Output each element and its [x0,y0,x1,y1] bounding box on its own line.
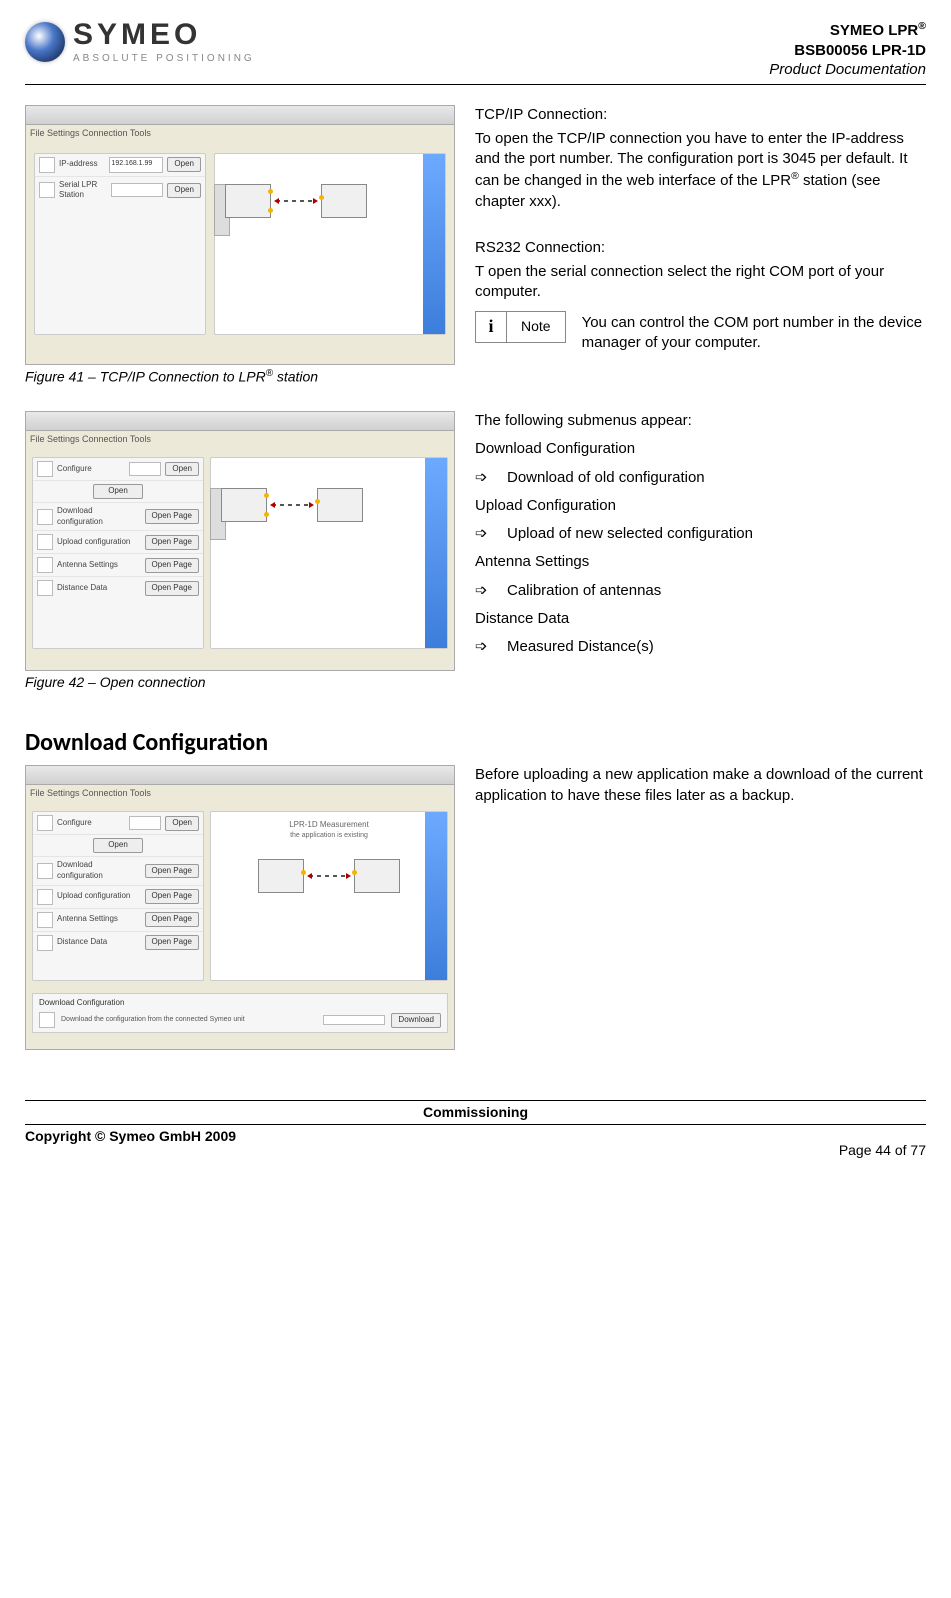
tcp-title: TCP/IP Connection: [475,105,926,125]
submenu-h1: Download Configuration [475,439,926,459]
download-body: Before uploading a new application make … [475,765,926,806]
page-header: SYMEO ABSOLUTE POSITIONING SYMEO LPR® BS… [25,20,926,85]
rs232-title: RS232 Connection: [475,238,926,258]
submenu-h4: Distance Data [475,609,926,629]
note-label: Note [507,312,565,342]
footer-copyright: Copyright © Symeo GmbH 2009 [25,1127,236,1160]
arrow-icon: ➩ [475,637,493,657]
logo-sphere-icon [25,22,65,62]
figure-42-screenshot: File Settings Connection Tools Configure… [25,411,455,671]
rs232-body: T open the serial connection select the … [475,262,926,303]
header-line1: SYMEO LPR [830,22,918,39]
header-doc-info: SYMEO LPR® BSB00056 LPR-1D Product Docum… [769,20,926,80]
tcp-body: To open the TCP/IP connection you have t… [475,129,926,212]
submenu-d1: Download of old configuration [507,468,705,488]
info-icon: i [476,312,507,342]
figure-download-screenshot: File Settings Connection Tools Configure… [25,765,455,1050]
submenu-d3: Calibration of antennas [507,581,661,601]
arrow-icon: ➩ [475,524,493,544]
submenu-intro: The following submenus appear: [475,411,926,431]
page-footer: Commissioning Copyright © Symeo GmbH 200… [25,1100,926,1160]
note-text: You can control the COM port number in t… [582,311,926,354]
figure-41-screenshot: File Settings Connection Tools IP-addres… [25,105,455,365]
footer-section: Commissioning [25,1100,926,1122]
footer-page: Page 44 of 77 [839,1141,926,1160]
figure-42-caption: Figure 42 – Open connection [25,673,455,692]
header-line3: Product Documentation [769,60,926,80]
figure-41-caption: Figure 41 – TCP/IP Connection to LPR® st… [25,367,455,387]
logo-name: SYMEO [73,20,255,50]
submenu-d2: Upload of new selected configuration [507,524,753,544]
submenu-d4: Measured Distance(s) [507,637,654,657]
logo: SYMEO ABSOLUTE POSITIONING [25,20,255,66]
note-box: i Note [475,311,566,343]
arrow-icon: ➩ [475,581,493,601]
logo-tagline: ABSOLUTE POSITIONING [73,52,255,66]
header-line2: BSB00056 LPR-1D [769,41,926,61]
submenu-h3: Antenna Settings [475,552,926,572]
arrow-icon: ➩ [475,468,493,488]
submenu-h2: Upload Configuration [475,496,926,516]
download-heading: Download Configuration [25,727,926,759]
